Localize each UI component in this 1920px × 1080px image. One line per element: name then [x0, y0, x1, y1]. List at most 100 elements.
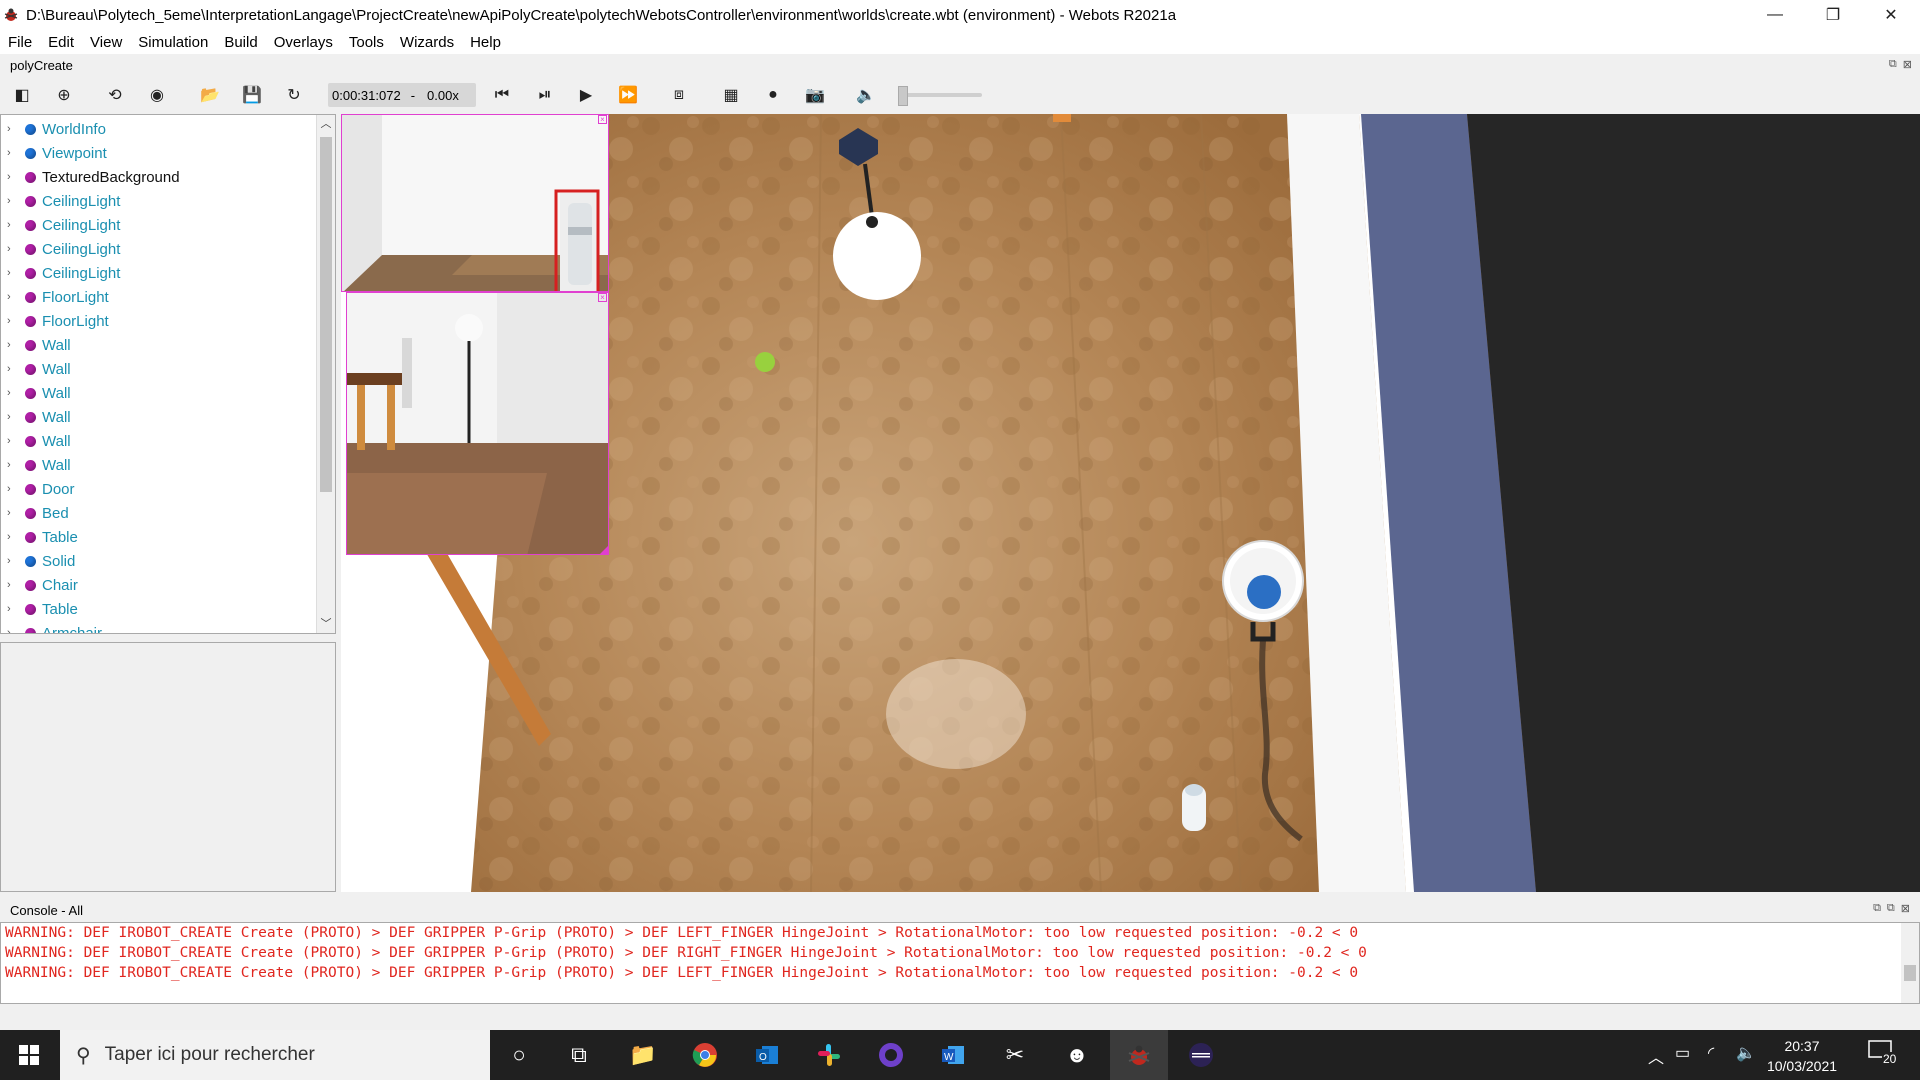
expand-arrow-icon[interactable]: ›	[7, 171, 19, 183]
overlay-close-icon[interactable]: ×	[598, 293, 607, 302]
save-world-icon[interactable]: 💾	[240, 84, 264, 106]
scene-tree-node[interactable]: › Wall	[1, 429, 71, 453]
expand-arrow-icon[interactable]: ›	[7, 555, 19, 567]
scene-tree-node[interactable]: › TexturedBackground	[1, 165, 180, 189]
expand-arrow-icon[interactable]: ›	[7, 435, 19, 447]
minimize-button[interactable]: —	[1746, 0, 1804, 30]
menu-file[interactable]: File	[0, 34, 40, 51]
console-scroll-thumb[interactable]	[1904, 965, 1916, 981]
menu-view[interactable]: View	[82, 34, 130, 51]
webots-taskbar-icon[interactable]	[1110, 1030, 1168, 1080]
expand-arrow-icon[interactable]: ›	[7, 387, 19, 399]
show-hidden-icons-icon[interactable]: ︿	[1648, 1044, 1664, 1068]
scene-tree-node[interactable]: › Wall	[1, 381, 71, 405]
scene-tree-node[interactable]: › Solid	[1, 549, 75, 573]
reset-simulation-icon[interactable]: ⏮	[490, 84, 514, 106]
scene-tree-node[interactable]: › CeilingLight	[1, 189, 120, 213]
scene-tree-node[interactable]: › Armchair	[1, 621, 102, 633]
menu-help[interactable]: Help	[462, 34, 509, 51]
action-center-icon[interactable]: 20	[1868, 1040, 1902, 1070]
expand-arrow-icon[interactable]: ›	[7, 363, 19, 375]
expand-arrow-icon[interactable]: ›	[7, 291, 19, 303]
scene-tree-node[interactable]: › Table	[1, 597, 78, 621]
expand-arrow-icon[interactable]: ›	[7, 627, 19, 633]
scene-tree-node[interactable]: › Table	[1, 525, 78, 549]
expand-arrow-icon[interactable]: ›	[7, 579, 19, 591]
console-output[interactable]: WARNING: DEF IROBOT_CREATE Create (PROTO…	[0, 922, 1920, 1004]
github-desktop-icon[interactable]	[862, 1030, 920, 1080]
open-world-icon[interactable]: 📂	[198, 84, 222, 106]
close-panel-icon[interactable]: ⊠	[1903, 58, 1912, 71]
camera-overlay-bottom[interactable]	[346, 292, 609, 555]
undock-icon[interactable]: ⧉	[1889, 58, 1897, 71]
menu-edit[interactable]: Edit	[40, 34, 82, 51]
toggle-scene-tree-icon[interactable]: ◧	[10, 84, 34, 106]
expand-arrow-icon[interactable]: ›	[7, 315, 19, 327]
console-float-icon[interactable]: ⧉	[1887, 902, 1895, 915]
expand-arrow-icon[interactable]: ›	[7, 123, 19, 135]
character-app-icon[interactable]: ☻	[1048, 1030, 1106, 1080]
console-close-icon[interactable]: ⊠	[1901, 902, 1910, 915]
scene-tree-node[interactable]: › Chair	[1, 573, 78, 597]
scene-tree-node[interactable]: › Wall	[1, 453, 71, 477]
expand-arrow-icon[interactable]: ›	[7, 603, 19, 615]
expand-arrow-icon[interactable]: ›	[7, 243, 19, 255]
outlook-icon[interactable]: O	[738, 1030, 796, 1080]
record-animation-icon[interactable]: ●	[761, 84, 785, 106]
scene-tree-scroll-thumb[interactable]	[320, 137, 332, 492]
battery-icon[interactable]: ▭	[1675, 1043, 1690, 1063]
taskbar-search-box[interactable]: ⚲ Taper ici pour rechercher	[60, 1030, 490, 1080]
volume-slider[interactable]	[898, 93, 982, 97]
eclipse-icon[interactable]	[1172, 1030, 1230, 1080]
scroll-down-icon[interactable]: ﹀	[317, 615, 335, 633]
expand-arrow-icon[interactable]: ›	[7, 411, 19, 423]
task-view-icon[interactable]: ⧉	[550, 1030, 608, 1080]
scene-tree-node[interactable]: › Wall	[1, 357, 71, 381]
expand-arrow-icon[interactable]: ›	[7, 219, 19, 231]
add-node-icon[interactable]: ⊕	[52, 84, 76, 106]
volume-icon[interactable]: 🔈	[1736, 1043, 1756, 1063]
console-undock-icon[interactable]: ⧉	[1873, 902, 1881, 915]
volume-slider-handle[interactable]	[898, 86, 908, 106]
expand-arrow-icon[interactable]: ›	[7, 483, 19, 495]
expand-arrow-icon[interactable]: ›	[7, 459, 19, 471]
expand-arrow-icon[interactable]: ›	[7, 531, 19, 543]
scene-tree-node[interactable]: › CeilingLight	[1, 261, 120, 285]
reset-view-icon[interactable]: ⟲	[103, 84, 127, 106]
camera-overlay-top[interactable]	[341, 114, 609, 292]
overlay-close-icon[interactable]: ×	[598, 115, 607, 124]
menu-overlays[interactable]: Overlays	[266, 34, 341, 51]
rendering-cube-icon[interactable]: ⧈	[667, 84, 691, 106]
overlay-resize-handle[interactable]	[599, 546, 608, 555]
play-icon[interactable]: ▶	[574, 84, 598, 106]
expand-arrow-icon[interactable]: ›	[7, 147, 19, 159]
console-scrollbar[interactable]	[1901, 923, 1919, 1003]
menu-tools[interactable]: Tools	[341, 34, 392, 51]
scene-tree-node[interactable]: › Wall	[1, 333, 71, 357]
slack-icon[interactable]	[800, 1030, 858, 1080]
menu-wizards[interactable]: Wizards	[392, 34, 462, 51]
scene-tree-node[interactable]: › FloorLight	[1, 309, 109, 333]
scene-tree-node[interactable]: › Viewpoint	[1, 141, 107, 165]
scene-tree-node[interactable]: › FloorLight	[1, 285, 109, 309]
word-icon[interactable]: W	[924, 1030, 982, 1080]
scene-tree-node[interactable]: › CeilingLight	[1, 213, 120, 237]
scroll-up-icon[interactable]: ︿	[317, 115, 335, 133]
scene-tree-node[interactable]: › Door	[1, 477, 75, 501]
movie-record-icon[interactable]: ▦	[719, 84, 743, 106]
windows-start-icon[interactable]	[0, 1030, 58, 1080]
step-icon[interactable]: ⏯	[533, 84, 557, 106]
reload-world-icon[interactable]: ↻	[282, 84, 306, 106]
scene-tree-scrollbar[interactable]: ︿ ﹀	[316, 115, 335, 633]
scene-tree-node[interactable]: › CeilingLight	[1, 237, 120, 261]
wifi-icon[interactable]: ◜	[1708, 1043, 1714, 1063]
3d-view[interactable]: × ×	[341, 114, 1920, 892]
scene-tree-node[interactable]: › Bed	[1, 501, 69, 525]
expand-arrow-icon[interactable]: ›	[7, 507, 19, 519]
close-button[interactable]: ✕	[1862, 0, 1920, 30]
expand-arrow-icon[interactable]: ›	[7, 195, 19, 207]
scene-tree-node[interactable]: › WorldInfo	[1, 117, 106, 141]
view-eye-icon[interactable]: ◉	[145, 84, 169, 106]
maximize-button[interactable]: ❐	[1804, 0, 1862, 30]
taskbar-clock[interactable]: 20:37 10/03/2021	[1762, 1036, 1842, 1076]
